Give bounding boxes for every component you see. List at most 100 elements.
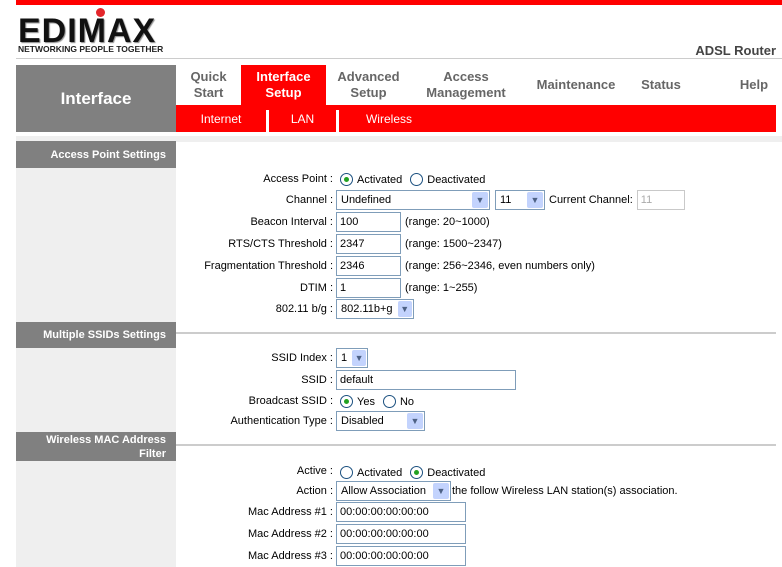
ssid-controls [336,370,516,390]
auth-type-label: Authentication Type : [230,415,333,427]
chevron-down-icon: ▼ [397,301,412,317]
ssid-index-controls: 1 ▼ [336,348,368,368]
action-controls: Allow Association ▼ the follow Wireless LA… [336,481,678,501]
chevron-down-icon: ▼ [407,413,423,429]
dtim-controls: (range: 1~255) [336,278,477,298]
logo-wordmark: EDIMAX [18,12,157,50]
chevron-down-icon: ▼ [472,192,488,208]
mac-activated-radio[interactable] [340,466,353,479]
mac-address-label: Mac Address #3 : [248,550,333,562]
radio-label: Yes [357,395,375,408]
rts-threshold-input[interactable] [336,234,401,254]
auth-type-controls: Disabled ▼ [336,411,425,431]
left-column [16,136,176,567]
access-point-radios: Activated Deactivated [340,173,485,186]
tab-interface-setup[interactable]: Interface Setup [241,65,326,105]
action-label: Action : [296,485,333,497]
current-channel-label: Current Channel: [549,194,633,206]
radio-label: Deactivated [427,466,486,479]
tab-maintenance[interactable]: Maintenance [521,65,631,105]
channel-controls: Undefined ▼ 11 ▼ Current Channel: [336,190,685,210]
header-line: Filter [139,447,166,460]
select-value: Disabled [341,415,384,427]
channel-select[interactable]: 11 ▼ [495,190,545,210]
mac-deactivated-radio[interactable] [410,466,424,479]
broadcast-no-radio[interactable] [382,395,396,408]
tab-advanced-setup[interactable]: Advanced Setup [326,65,411,105]
ssid-index-select[interactable]: 1 ▼ [336,348,368,368]
frag-controls: (range: 256~2346, even numbers only) [336,256,595,276]
access-point-activated-radio[interactable] [340,173,353,186]
fragmentation-threshold-input[interactable] [336,256,401,276]
mac-address-label: Mac Address #1 : [248,506,333,518]
beacon-interval-input[interactable] [336,212,401,232]
range-hint: (range: 256~2346, even numbers only) [405,260,595,272]
chevron-down-icon: ▼ [527,192,543,208]
action-select[interactable]: Allow Association ▼ [336,481,451,501]
mac-address-1-input[interactable] [336,502,466,522]
chevron-down-icon: ▼ [433,483,449,499]
access-point-label: Access Point : [263,173,333,185]
subtab-lan[interactable]: LAN [269,105,336,132]
radio-label: Activated [357,466,403,479]
tab-access-management[interactable]: Access Management [411,65,521,105]
rts-controls: (range: 1500~2347) [336,234,502,254]
subtab-internet[interactable]: Internet [176,105,266,132]
tab-label: Status [641,77,681,92]
ssid-index-label: SSID Index : [271,352,333,364]
mac-active-label: Active : [296,465,333,477]
tab-label: Setup [350,85,387,100]
mac-address-row [336,546,466,566]
tab-label: Advanced [337,69,400,84]
select-value: 11 [500,194,512,206]
header-line: Wireless MAC Address [46,433,166,446]
select-value: 802.11b+g [341,303,393,315]
radio-label: Activated [357,173,403,186]
tab-label: Interface [256,69,311,84]
section-header-access-point: Access Point Settings [16,141,176,168]
mode-label: 802.11 b/g : [275,303,333,315]
auth-type-select[interactable]: Disabled ▼ [336,411,425,431]
dtim-label: DTIM : [300,282,333,294]
chevron-down-icon: ▼ [352,350,366,366]
beacon-controls: (range: 20~1000) [336,212,490,232]
mode-controls: 802.11b+g ▼ [336,299,414,319]
range-hint: (range: 20~1000) [405,216,490,228]
tab-label: Access [443,69,489,84]
tab-label: Setup [265,85,302,100]
frag-label: Fragmentation Threshold : [204,260,333,272]
tab-label: Maintenance [536,77,616,92]
tab-label: Management [426,85,506,100]
divider [16,58,782,59]
rts-label: RTS/CTS Threshold : [228,238,333,250]
broadcast-ssid-label: Broadcast SSID : [248,395,333,407]
channel-label: Channel : [285,194,333,206]
broadcast-yes-radio[interactable] [340,395,353,408]
action-suffix: the follow Wireless LAN station(s) assoc… [452,485,678,497]
access-point-deactivated-radio[interactable] [410,173,424,186]
subtab-wireless[interactable]: Wireless [339,105,439,132]
tab-label: Quick [190,69,227,84]
logo-tagline: NETWORKING PEOPLE TOGETHER [18,44,164,54]
tab-help[interactable]: Help [726,65,782,105]
radio-label: No [399,395,415,408]
mac-address-row [336,524,466,544]
tab-status[interactable]: Status [631,65,691,105]
mode-select[interactable]: 802.11b+g ▼ [336,299,414,319]
content-top-strip [176,136,782,142]
tab-quick-start[interactable]: Quick Start [176,65,241,105]
dtim-input[interactable] [336,278,401,298]
select-value: Allow Association [341,485,426,497]
section-header-multiple-ssids: Multiple SSIDs Settings [16,322,176,348]
mac-address-3-input[interactable] [336,546,466,566]
ssid-input[interactable] [336,370,516,390]
current-channel-field [636,190,685,210]
ssid-label: SSID : [301,374,333,386]
top-red-bar [16,0,782,5]
product-name: ADSL Router [695,43,776,58]
channel-region-select[interactable]: Undefined ▼ [336,190,490,210]
radio-label: Deactivated [427,173,486,186]
section-divider [176,332,776,334]
mac-address-2-input[interactable] [336,524,466,544]
beacon-label: Beacon Interval : [250,216,333,228]
